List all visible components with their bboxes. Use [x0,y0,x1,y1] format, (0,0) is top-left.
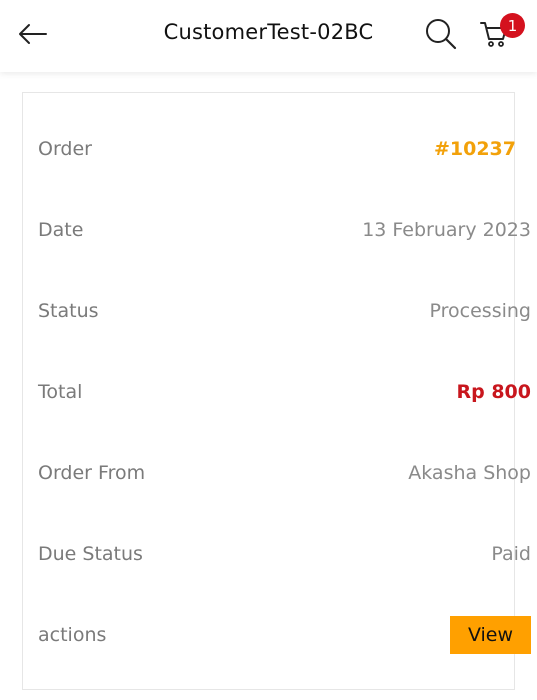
status-label: Status [38,300,99,322]
order-from-label: Order From [38,462,146,484]
view-button[interactable]: View [450,616,531,654]
due-status-label: Due Status [38,543,143,565]
order-label: Order [38,138,92,160]
order-number-row: Order #10237 [38,129,531,169]
order-total-row: Total Rp 800 [38,372,531,412]
shop-name: Akasha Shop [408,462,531,484]
order-date: 13 February 2023 [362,219,531,241]
search-button[interactable] [423,18,459,54]
actions-label: actions [38,624,107,646]
order-date-row: Date 13 February 2023 [38,210,531,250]
top-bar: CustomerTest-02BC 1 [0,0,537,72]
total-label: Total [38,381,83,403]
order-total: Rp 800 [456,381,531,403]
order-detail-screen: CustomerTest-02BC 1 Order #10237 Date 13… [0,0,537,700]
due-status-row: Due Status Paid [38,534,531,574]
search-icon [424,17,458,55]
order-number[interactable]: #10237 [434,138,516,160]
order-status: Processing [429,300,531,322]
cart-count-badge: 1 [500,13,525,38]
order-status-row: Status Processing [38,291,531,331]
actions-row: actions View [38,615,531,655]
date-label: Date [38,219,84,241]
order-from-row: Order From Akasha Shop [38,453,531,493]
due-status: Paid [491,543,531,565]
